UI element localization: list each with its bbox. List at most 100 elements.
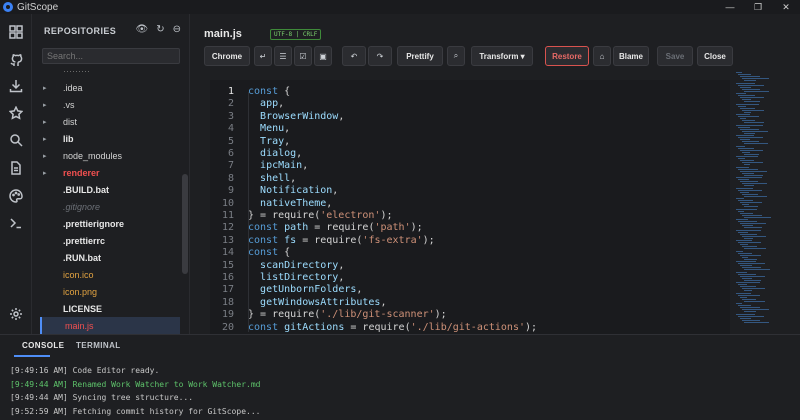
minimap-line <box>738 200 753 202</box>
search-icon[interactable] <box>8 132 24 148</box>
chevron-right-icon[interactable]: ▸ <box>43 152 53 160</box>
search-code-icon[interactable]: ⌕ <box>447 46 465 66</box>
bottom-panel: CONSOLE TERMINAL [9:49:16 AM] Code Edito… <box>0 334 800 420</box>
tree-file[interactable]: .prettierignore <box>40 215 180 232</box>
editor-area: main.js UTF-8 | CRLF Chrome ↵ ☰ ☑ ▣ ↶ ↷ … <box>190 14 800 334</box>
tree-file[interactable]: .gitignore <box>40 198 180 215</box>
minimap-line <box>742 309 769 311</box>
chevron-right-icon[interactable]: ▸ <box>43 169 53 177</box>
tree-file[interactable]: .prettierrc <box>40 232 180 249</box>
minimap-line <box>736 156 758 157</box>
close-window-button[interactable]: ✕ <box>772 0 800 14</box>
code-line: 4 Menu, <box>210 123 730 135</box>
document-icon[interactable] <box>8 160 24 176</box>
minimize-button[interactable]: — <box>716 0 744 14</box>
tree-folder[interactable]: ▸ renderer <box>40 164 180 181</box>
window-controls: — ❐ ✕ <box>716 0 800 14</box>
tree-folder[interactable]: ▸ node_modules <box>40 147 180 164</box>
tree-file[interactable]: .BUILD.bat <box>40 181 180 198</box>
tree-folder[interactable]: ▸ lib <box>40 130 180 147</box>
minimap-line <box>736 292 751 294</box>
code-line: 16 listDirectory, <box>210 272 730 284</box>
save-button[interactable]: Save <box>657 46 693 66</box>
tree-folder[interactable]: ▸ .idea <box>40 79 180 96</box>
minimap-line <box>742 319 760 321</box>
minimap-line <box>740 233 757 235</box>
tree-folder[interactable]: ▸ .vs <box>40 96 180 113</box>
redo-icon[interactable]: ↷ <box>368 46 392 66</box>
tree-file[interactable]: ········· <box>40 70 180 79</box>
minimap-line <box>742 172 754 174</box>
code-text: getWindowsAttributes, <box>260 296 387 308</box>
github-blame-icon[interactable]: ⌂ <box>593 46 611 66</box>
undo-icon[interactable]: ↶ <box>342 46 366 66</box>
prettify-button[interactable]: Prettify <box>397 46 443 66</box>
github-icon[interactable] <box>8 52 24 68</box>
sidebar-scrollbar[interactable] <box>182 174 188 274</box>
terminal-icon[interactable] <box>8 215 24 231</box>
tab-console[interactable]: CONSOLE <box>22 341 64 350</box>
minimap-line <box>742 130 768 132</box>
minimap-line <box>736 166 749 168</box>
collapse-icon[interactable]: ⊖ <box>173 24 181 35</box>
refresh-icon[interactable]: ↻ <box>156 24 164 35</box>
minimap-line <box>738 273 756 275</box>
minimap-line <box>738 284 747 286</box>
maximize-button[interactable]: ❐ <box>744 0 772 14</box>
chevron-right-icon[interactable]: ▸ <box>43 84 53 92</box>
minimap-line <box>740 86 751 88</box>
code-line: 11} = require('electron'); <box>210 210 730 222</box>
minimap-line <box>736 72 742 73</box>
tab-terminal[interactable]: TERMINAL <box>76 341 121 350</box>
chrome-button[interactable]: Chrome <box>204 46 250 66</box>
code-line: 13 const fs = require('fs-extra'); <box>210 235 730 247</box>
tree-file[interactable]: icon.png <box>40 283 180 300</box>
line-number: 20 <box>221 321 234 333</box>
minimap-line <box>744 153 759 155</box>
tree-item-label: main.js <box>65 320 94 331</box>
search-input[interactable] <box>42 48 180 64</box>
checkbox-icon[interactable]: ☑ <box>294 46 312 66</box>
line-number: 6 <box>227 148 234 159</box>
minimap-line <box>742 298 756 300</box>
chevron-right-icon[interactable]: ▸ <box>43 135 53 143</box>
tree-folder[interactable]: ▸ dist <box>40 113 180 130</box>
tree-file[interactable]: LICENSE <box>40 300 180 317</box>
blame-button[interactable]: Blame <box>613 46 649 66</box>
minimap-line <box>744 300 765 302</box>
code-line: 20 const gitActions = require('./lib/git-… <box>210 322 730 334</box>
minimap[interactable] <box>734 72 798 334</box>
image-icon[interactable]: ▣ <box>314 46 332 66</box>
minimap-line <box>740 118 746 120</box>
code-editor[interactable]: 1 const {2 app, 3 BrowserWindow, 4 Menu, 5 T… <box>210 80 730 334</box>
close-button[interactable]: Close <box>697 46 733 66</box>
grid-icon[interactable] <box>8 24 24 40</box>
tree-item-label: node_modules <box>63 150 123 161</box>
tree-file[interactable]: .RUN.bat <box>40 249 180 266</box>
settings-icon[interactable] <box>8 306 24 322</box>
minimap-line <box>740 223 766 225</box>
minimap-line <box>738 147 754 149</box>
list-icon[interactable]: ☰ <box>274 46 292 66</box>
line-number: 1 <box>227 86 234 97</box>
minimap-line <box>744 122 764 124</box>
tree-file[interactable]: icon.ico <box>40 266 180 283</box>
download-icon[interactable] <box>8 78 24 94</box>
minimap-line <box>740 128 759 130</box>
sidebar-tools: 👁 ↻ ⊖ <box>136 24 181 35</box>
star-icon[interactable] <box>8 105 24 121</box>
app-logo-icon <box>3 2 13 12</box>
chevron-right-icon[interactable]: ▸ <box>43 118 53 126</box>
minimap-line <box>742 78 769 80</box>
minimap-line <box>744 132 755 134</box>
minimap-line <box>742 151 750 153</box>
tree-item-label: .BUILD.bat <box>63 184 109 195</box>
palette-icon[interactable] <box>8 188 24 204</box>
eye-icon[interactable]: 👁 <box>136 24 149 35</box>
minimap-line <box>738 74 751 76</box>
chevron-right-icon[interactable]: ▸ <box>43 101 53 109</box>
transform-dropdown[interactable]: Transform ▾ <box>471 46 533 66</box>
restore-button[interactable]: Restore <box>545 46 589 66</box>
word-wrap-icon[interactable]: ↵ <box>254 46 272 66</box>
tree-file[interactable]: main.js <box>40 317 180 334</box>
